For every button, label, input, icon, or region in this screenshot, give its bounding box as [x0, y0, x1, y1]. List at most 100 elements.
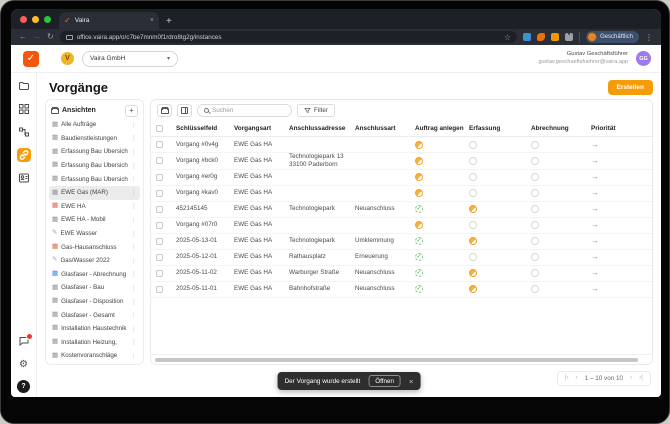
- forward-icon[interactable]: →: [33, 33, 41, 41]
- filter-button[interactable]: Filter: [297, 104, 335, 117]
- help-button[interactable]: ?: [17, 380, 30, 393]
- column-header[interactable]: Vorgangsart: [234, 125, 289, 132]
- back-icon[interactable]: ←: [19, 33, 27, 41]
- table-row[interactable]: Vorgang #kav0EWE Gas HA→: [151, 186, 652, 202]
- view-list-item[interactable]: ✎Gas/Wasser 2022⋮: [49, 254, 140, 268]
- column-header[interactable]: Anschlussadresse: [289, 125, 355, 132]
- org-select-dropdown[interactable]: Vaira GmbH ▾: [82, 51, 178, 67]
- view-menu-kebab-icon[interactable]: ⋮: [131, 243, 138, 251]
- view-menu-kebab-icon[interactable]: ⋮: [131, 121, 138, 129]
- table-row[interactable]: 452145145EWE Gas HATechnologieparkNeuans…: [151, 202, 652, 218]
- table-row[interactable]: Vorgang #bck0EWE Gas HATechnologiepark 1…: [151, 153, 652, 170]
- view-menu-kebab-icon[interactable]: ⋮: [131, 148, 138, 156]
- view-menu-kebab-icon[interactable]: ⋮: [131, 298, 138, 306]
- select-all-checkbox[interactable]: [156, 125, 163, 132]
- row-checkbox[interactable]: [156, 254, 163, 261]
- table-row[interactable]: 2025-05-13-01EWE Gas HATechnologieparkUm…: [151, 234, 652, 250]
- minimize-window-button[interactable]: [32, 16, 39, 23]
- extension-icon-1[interactable]: [523, 33, 531, 41]
- view-menu-kebab-icon[interactable]: ⋮: [131, 338, 138, 346]
- new-tab-button[interactable]: +: [166, 17, 172, 27]
- view-menu-kebab-icon[interactable]: ⋮: [131, 352, 138, 360]
- view-menu-kebab-icon[interactable]: ⋮: [131, 202, 138, 210]
- last-page-icon[interactable]: ›|: [639, 375, 643, 382]
- column-header[interactable]: Erfassung: [469, 125, 531, 132]
- columns-button[interactable]: [177, 104, 192, 117]
- site-info-icon[interactable]: [66, 35, 73, 40]
- toast-open-button[interactable]: Öffnen: [368, 375, 401, 387]
- table-row[interactable]: Vorgang #0v4gEWE Gas HA→: [151, 137, 652, 153]
- view-list-item[interactable]: ▦EWE HA - Mobil⋮: [49, 213, 140, 227]
- view-list-item[interactable]: ▦Alle Aufträge⋮: [49, 118, 140, 132]
- maximize-window-button[interactable]: [44, 16, 51, 23]
- view-list-item[interactable]: ▦Erfassung Bau Übersicht⋮: [49, 172, 140, 186]
- row-checkbox[interactable]: [156, 286, 163, 293]
- row-checkbox[interactable]: [156, 174, 163, 181]
- view-list-item[interactable]: ▦Erfassung Bau Übersicht⋮: [49, 145, 140, 159]
- table-row[interactable]: 2025-05-12-01EWE Gas HARathausplatzErneu…: [151, 250, 652, 266]
- row-checkbox[interactable]: [156, 222, 163, 229]
- view-list-item[interactable]: ▦Glasfaser - Gesamt⋮: [49, 308, 140, 322]
- view-menu-kebab-icon[interactable]: ⋮: [131, 162, 138, 170]
- horizontal-scrollbar[interactable]: [155, 358, 638, 362]
- view-menu-kebab-icon[interactable]: ⋮: [131, 311, 138, 319]
- column-header[interactable]: Auftrag anlegen: [415, 125, 469, 132]
- view-list-item[interactable]: ✎EWE Wasser⋮: [49, 227, 140, 241]
- prev-page-icon[interactable]: ‹: [576, 375, 578, 382]
- contacts-icon[interactable]: [17, 171, 31, 185]
- feedback-chat-icon[interactable]: [17, 334, 31, 348]
- view-list-item[interactable]: ▦Baudienstleistungen⋮: [49, 132, 140, 146]
- view-menu-kebab-icon[interactable]: ⋮: [131, 230, 138, 238]
- dashboard-icon[interactable]: [17, 102, 31, 116]
- view-list-item[interactable]: ▦EWE HA⋮: [49, 200, 140, 214]
- search-input[interactable]: Suchen: [197, 104, 292, 117]
- column-header[interactable]: Schlüsselfeld: [176, 125, 234, 132]
- group-folder-button[interactable]: [157, 104, 172, 117]
- row-checkbox[interactable]: [156, 238, 163, 245]
- close-window-button[interactable]: [20, 16, 27, 23]
- view-list-item[interactable]: ▦Glasfaser - Abrechnung⋮: [49, 268, 140, 282]
- column-header[interactable]: Anschlussart: [355, 125, 415, 132]
- table-row[interactable]: 2025-05-11-01EWE Gas HABahnhofstraßeNeua…: [151, 282, 652, 298]
- view-menu-kebab-icon[interactable]: ⋮: [131, 257, 138, 265]
- create-button[interactable]: Erstellen: [608, 80, 653, 95]
- row-checkbox[interactable]: [156, 190, 163, 197]
- table-row[interactable]: Vorgang #07r0EWE Gas HA→: [151, 218, 652, 234]
- table-row[interactable]: Vorgang #er0gEWE Gas HA→: [151, 170, 652, 186]
- view-menu-kebab-icon[interactable]: ⋮: [131, 134, 138, 142]
- workflow-icon[interactable]: [17, 125, 31, 139]
- add-view-button[interactable]: +: [125, 105, 138, 117]
- column-header[interactable]: Abrechnung: [531, 125, 591, 132]
- row-checkbox[interactable]: [156, 206, 163, 213]
- row-checkbox[interactable]: [156, 141, 163, 148]
- bookmark-star-icon[interactable]: ☆: [504, 33, 511, 42]
- view-list-item[interactable]: ▦Erfassung Bau Übersicht⋮: [49, 159, 140, 173]
- view-menu-kebab-icon[interactable]: ⋮: [131, 189, 138, 197]
- view-list-item[interactable]: ▦Kostenvoranschläge⋮: [49, 349, 140, 361]
- view-menu-kebab-icon[interactable]: ⋮: [131, 175, 138, 183]
- table-row[interactable]: 2025-05-11-02EWE Gas HAWarburger StraßeN…: [151, 266, 652, 282]
- view-list-item[interactable]: ▦EWE Gas (MAR)⋮: [49, 186, 140, 200]
- toast-close-icon[interactable]: ×: [409, 377, 413, 386]
- reload-icon[interactable]: ↻: [47, 33, 54, 41]
- user-avatar[interactable]: GG: [636, 51, 651, 66]
- view-menu-kebab-icon[interactable]: ⋮: [131, 284, 138, 292]
- instances-link-icon[interactable]: [17, 148, 31, 162]
- view-menu-kebab-icon[interactable]: ⋮: [131, 270, 138, 278]
- extensions-puzzle-icon[interactable]: [565, 33, 573, 41]
- tab-close-icon[interactable]: ×: [150, 17, 154, 24]
- address-bar[interactable]: office.vaira.app/o/c7be7mnm0f1rdro8tg2g/…: [60, 31, 517, 43]
- extension-icon-3[interactable]: [551, 33, 559, 41]
- first-page-icon[interactable]: |‹: [565, 375, 569, 382]
- view-list-item[interactable]: ▦Installation Haustechnik⋮: [49, 322, 140, 336]
- next-page-icon[interactable]: ›: [630, 375, 632, 382]
- extension-icon-2[interactable]: [537, 33, 545, 41]
- browser-menu-icon[interactable]: ⋮: [645, 33, 653, 42]
- settings-gear-icon[interactable]: ⚙: [17, 357, 31, 371]
- view-list-item[interactable]: ▦Installation Heizung,⋮: [49, 336, 140, 350]
- column-header[interactable]: Priorität: [591, 125, 652, 132]
- browser-profile-chip[interactable]: Geschäftlich: [586, 31, 639, 43]
- view-list-item[interactable]: ▦Gas-Hausanschluss⋮: [49, 240, 140, 254]
- view-menu-kebab-icon[interactable]: ⋮: [131, 216, 138, 224]
- view-menu-kebab-icon[interactable]: ⋮: [131, 325, 138, 333]
